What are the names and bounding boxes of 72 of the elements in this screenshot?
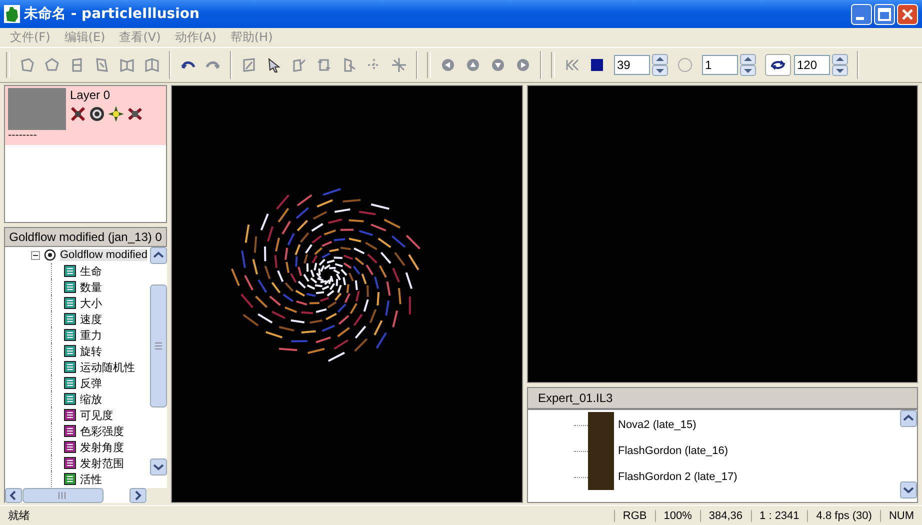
vertical-scrollbar[interactable] <box>900 410 917 499</box>
loop-icon <box>769 58 787 72</box>
book-icon[interactable] <box>144 57 160 73</box>
tree-item[interactable]: 数量 <box>80 280 102 294</box>
tree-item[interactable]: 大小 <box>80 296 102 310</box>
tree-item[interactable]: 生命 <box>80 264 102 278</box>
layer-thumbnail <box>8 88 66 130</box>
number-field[interactable]: 120 <box>794 55 830 75</box>
status-text: 384,36 <box>700 510 751 522</box>
tree-item[interactable]: 速度 <box>80 312 102 326</box>
tree-item[interactable]: 色彩强度 <box>80 424 124 438</box>
pointer-icon[interactable] <box>266 57 282 73</box>
nav-icon[interactable] <box>440 57 456 73</box>
nav-icon[interactable] <box>490 57 506 73</box>
frame-icon[interactable] <box>241 57 257 73</box>
emitter-thumbnail <box>588 464 614 490</box>
shape-icon[interactable] <box>19 57 35 73</box>
nav-icon[interactable] <box>515 57 531 73</box>
status-text: 1 : 2341 <box>750 510 808 522</box>
spinner-arrows[interactable] <box>740 54 756 76</box>
tree-item[interactable]: 发射角度 <box>80 440 124 454</box>
library-item[interactable]: Nova2 (late_15) <box>618 419 696 431</box>
vertical-scrollbar[interactable] <box>150 247 167 476</box>
stop-icon[interactable] <box>589 57 605 73</box>
window-title: 未命名 - particleIllusion <box>24 5 200 23</box>
number-field[interactable]: 1 <box>702 55 738 75</box>
move-icon[interactable] <box>391 57 407 73</box>
minimize-button[interactable] <box>851 4 872 24</box>
spinner-arrows[interactable] <box>652 54 668 76</box>
panel-header: Goldflow modified (jan_13) 0 <box>4 227 167 247</box>
tree-item[interactable]: 活性 <box>80 472 102 486</box>
edit-icon[interactable] <box>291 57 307 73</box>
rewind-icon[interactable] <box>564 57 580 73</box>
close-button[interactable] <box>897 4 918 24</box>
status-text: 4.8 fps (30) <box>807 510 880 522</box>
hand-icon <box>4 5 20 23</box>
layer-name: Layer 0 <box>70 88 112 102</box>
box-icon[interactable] <box>316 57 332 73</box>
number-field[interactable]: 39 <box>614 55 650 75</box>
cross-icon[interactable] <box>127 106 143 122</box>
page-icon[interactable] <box>94 57 110 73</box>
status-text: NUM <box>880 510 922 522</box>
library-item[interactable]: FlashGordon 2 (late_17) <box>618 471 738 483</box>
layer-note: -------- <box>8 130 38 142</box>
cross-icon[interactable] <box>70 106 86 122</box>
status-text: 100% <box>654 510 700 522</box>
status-text: RGB <box>614 510 655 522</box>
loop-button[interactable] <box>765 54 791 76</box>
tree-item[interactable]: Goldflow modified <box>60 249 148 261</box>
tree-item[interactable]: 旋转 <box>80 344 102 358</box>
tree-item[interactable]: 缩放 <box>80 392 102 406</box>
tree-item[interactable]: 反弹 <box>80 376 102 390</box>
book-icon[interactable] <box>119 57 135 73</box>
tree-item[interactable]: 发射范围 <box>80 456 124 470</box>
shape-icon[interactable] <box>44 57 60 73</box>
library-item[interactable]: FlashGordon (late_16) <box>618 445 728 457</box>
layer-item[interactable]: Layer 0 -------- <box>5 86 166 145</box>
horizontal-scrollbar[interactable] <box>4 488 147 503</box>
tree-item[interactable]: 重力 <box>80 328 102 342</box>
tree-item[interactable]: 运动随机性 <box>80 360 135 374</box>
spinner-arrows[interactable] <box>832 54 848 76</box>
expand-toggle[interactable] <box>31 250 40 260</box>
target-icon[interactable] <box>89 106 105 122</box>
emitter-thumbnail <box>588 412 614 438</box>
target-icon[interactable] <box>44 249 56 261</box>
star-icon[interactable] <box>108 106 124 122</box>
tree-item[interactable]: 可见度 <box>80 408 113 422</box>
panel-header: Expert_01.IL3 <box>527 387 918 409</box>
status-text: 就绪 <box>7 508 31 523</box>
circle-icon[interactable] <box>677 57 693 73</box>
nav-icon[interactable] <box>465 57 481 73</box>
maximize-button[interactable] <box>874 4 895 24</box>
